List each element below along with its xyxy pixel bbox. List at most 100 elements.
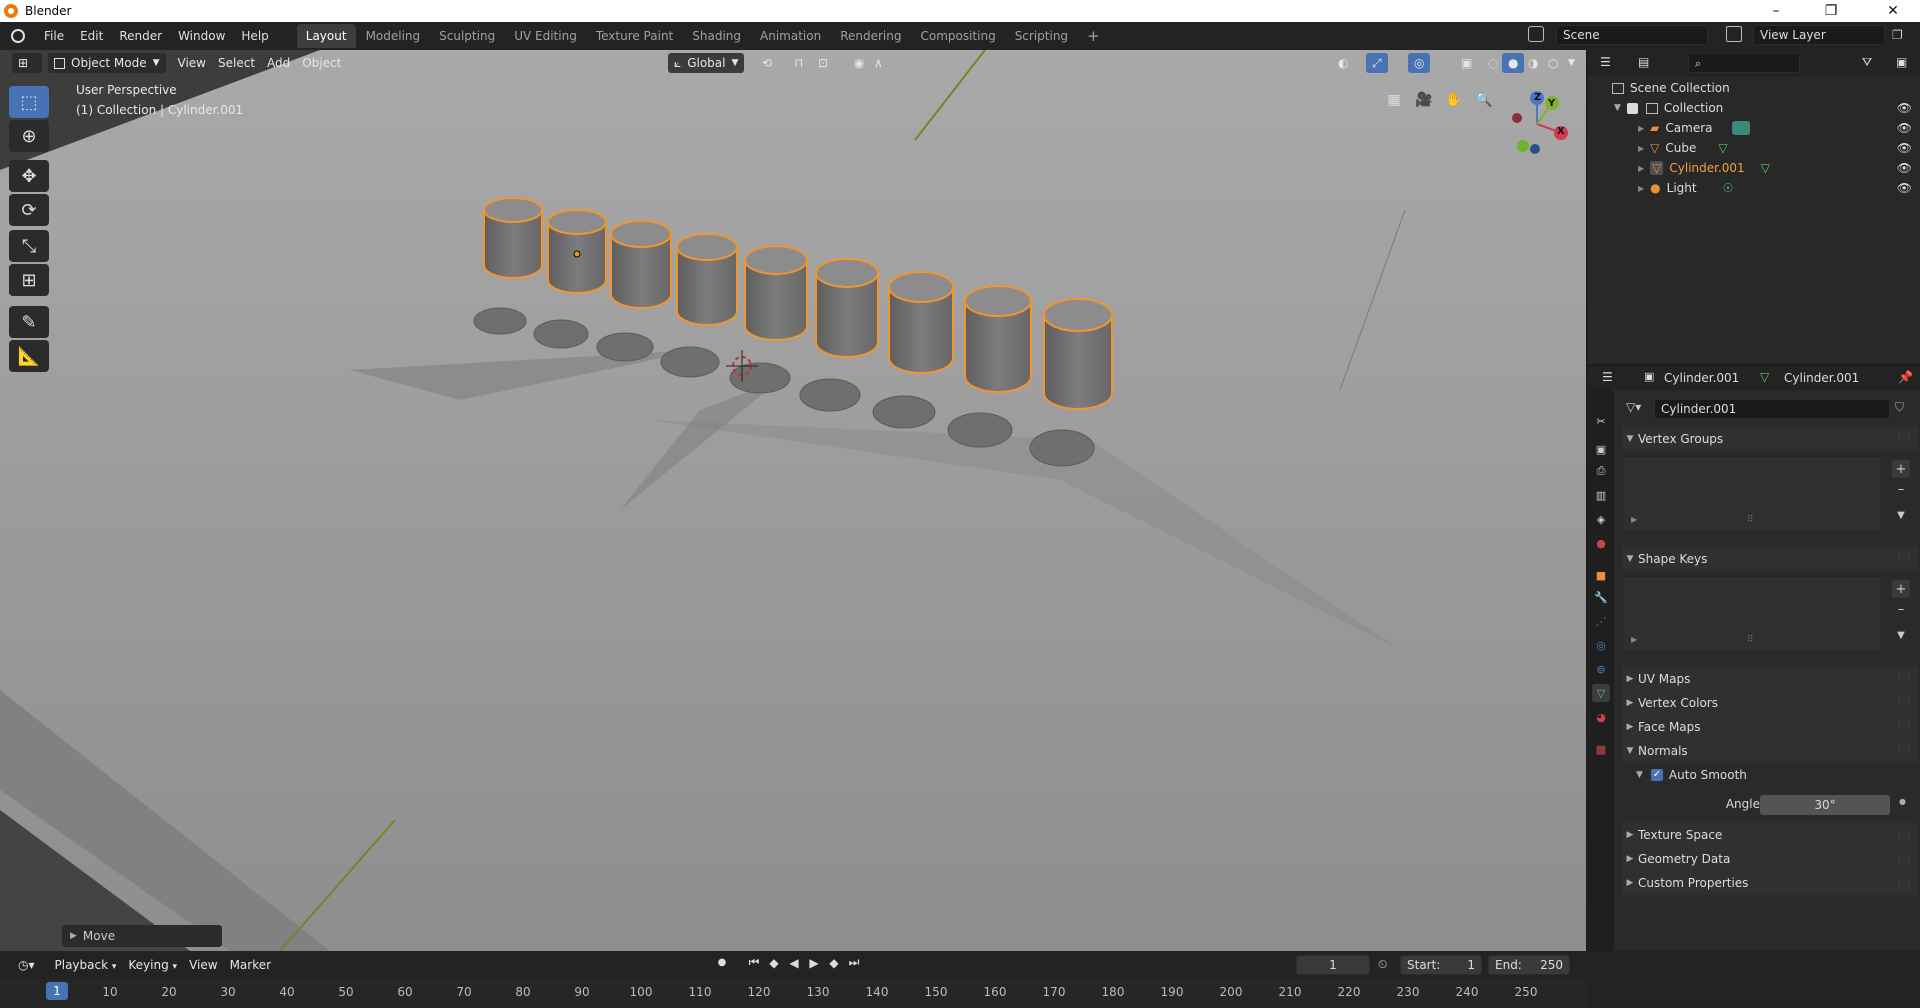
chevron-right-icon[interactable]: ▶	[1631, 515, 1637, 524]
add-vertex-group-button[interactable]: +	[1892, 460, 1910, 478]
shape-keys-list[interactable]: ▶ ⠿	[1622, 576, 1882, 652]
pivot-icon[interactable]: ⟲	[756, 53, 778, 73]
angle-field[interactable]: 30°	[1760, 795, 1890, 815]
chevron-down-icon[interactable]: ▼	[1636, 770, 1643, 780]
resize-handle-icon[interactable]: ⠿	[1747, 635, 1754, 645]
toggle-camera-view-icon[interactable]: ▦	[1380, 86, 1408, 114]
chevron-down-icon[interactable]: ▼	[1614, 103, 1621, 113]
cursor-tool[interactable]: ⊕	[9, 120, 49, 152]
panel-vertex-groups[interactable]: ▼ Vertex Groups ⋮⋮	[1622, 427, 1918, 451]
tab-shading[interactable]: Shading	[683, 24, 750, 48]
panel-face-maps[interactable]: ▶ Face Maps ⋮⋮	[1622, 715, 1918, 739]
transform-orientation-dropdown[interactable]: ⟀ Global ▼	[668, 53, 745, 73]
remove-shape-key-button[interactable]: –	[1892, 600, 1910, 618]
next-keyframe-icon[interactable]: ◆	[824, 956, 844, 970]
vertex-groups-list[interactable]: ▶ ⠿	[1622, 456, 1882, 532]
timeline-ruler[interactable]: 1 10 20 30 40 50 60 70 80 90 100 110 120…	[0, 979, 1586, 1008]
pin-icon[interactable]: 📌	[1898, 370, 1913, 384]
material-tab-icon[interactable]: ◕	[1592, 708, 1610, 726]
annotate-tool[interactable]: ✎	[9, 306, 49, 338]
restore-button[interactable]: ❐	[1808, 0, 1854, 22]
tab-modeling[interactable]: Modeling	[357, 24, 430, 48]
physics-tab-icon[interactable]: ◎	[1592, 636, 1610, 654]
select-box-tool[interactable]: ⬚	[9, 86, 49, 118]
output-tab-icon[interactable]: ⎙	[1592, 462, 1610, 480]
tab-scripting[interactable]: Scripting	[1006, 24, 1077, 48]
panel-normals[interactable]: ▼ Normals ⋮⋮	[1622, 739, 1918, 763]
drag-handle-icon[interactable]: ⋮⋮	[1894, 854, 1914, 865]
last-operator-panel[interactable]: ▶ Move	[62, 925, 222, 947]
drag-handle-icon[interactable]: ⋮⋮	[1894, 698, 1914, 709]
scene-tab-icon[interactable]: ◈	[1592, 510, 1610, 528]
eye-icon[interactable]: 👁	[1897, 181, 1912, 195]
editor-type-icon[interactable]: ◷▾	[12, 955, 41, 975]
outliner-item-camera[interactable]: ▶ ▰ Camera 👁	[1588, 118, 1920, 138]
chevron-right-icon[interactable]: ▶	[1638, 144, 1644, 153]
start-frame-field[interactable]: Start: 1	[1400, 955, 1482, 975]
preview-range-icon[interactable]: ⏲	[1378, 957, 1387, 972]
outliner-scene-collection[interactable]: Scene Collection	[1588, 78, 1920, 98]
close-button[interactable]: ✕	[1870, 0, 1916, 22]
transform-tool[interactable]: ⊞	[9, 264, 49, 296]
record-icon[interactable]: ●	[712, 957, 732, 968]
menu-keying[interactable]: Keying ▾	[122, 955, 183, 975]
chevron-right-icon[interactable]: ▶	[1638, 184, 1644, 193]
xray-icon[interactable]: ▣	[1455, 53, 1478, 73]
panel-custom-properties[interactable]: ▶ Custom Properties ⋮⋮	[1622, 871, 1918, 895]
datablock-name-field[interactable]: Cylinder.001	[1654, 399, 1890, 419]
vertex-group-specials-icon[interactable]: ▼	[1892, 506, 1910, 524]
tab-layout[interactable]: Layout	[296, 24, 356, 48]
menu-playback[interactable]: Playback ▾	[49, 955, 123, 975]
snap-icon[interactable]: ⊓	[788, 53, 809, 73]
chevron-right-icon[interactable]: ▶	[1638, 164, 1644, 173]
filter-icon[interactable]: ⛛	[1862, 55, 1872, 70]
menu-edit[interactable]: Edit	[72, 25, 111, 47]
editor-type-icon[interactable]: ☰	[1602, 370, 1613, 384]
outliner-collection[interactable]: ▼ Collection 👁	[1588, 98, 1920, 118]
new-collection-icon[interactable]: ▣	[1896, 55, 1907, 69]
drag-handle-icon[interactable]: ⋮⋮	[1894, 722, 1914, 733]
new-view-layer-icon[interactable]: ❐	[1892, 28, 1903, 42]
render-tab-icon[interactable]: ▣	[1592, 440, 1610, 458]
jump-end-icon[interactable]: ⏭	[844, 955, 864, 970]
minimize-button[interactable]: –	[1753, 0, 1799, 22]
menu-timeline-view[interactable]: View	[183, 955, 223, 975]
panel-vertex-colors[interactable]: ▶ Vertex Colors ⋮⋮	[1622, 691, 1918, 715]
checkbox-icon[interactable]	[1626, 102, 1638, 114]
display-mode-icon[interactable]: ▤	[1638, 55, 1649, 69]
tab-uv-editing[interactable]: UV Editing	[505, 24, 586, 48]
texture-tab-icon[interactable]: ▩	[1592, 740, 1610, 758]
outliner-item-cylinder[interactable]: ▶ ▽ Cylinder.001 ▽ 👁	[1588, 158, 1920, 178]
view-layer-field[interactable]: View Layer	[1753, 25, 1885, 45]
eye-icon[interactable]: 👁	[1897, 161, 1912, 175]
tab-sculpting[interactable]: Sculpting	[430, 24, 504, 48]
menu-view[interactable]: View	[172, 53, 212, 73]
scene-icon[interactable]	[1528, 26, 1544, 42]
fake-user-icon[interactable]: ⛉	[1895, 400, 1904, 415]
current-frame-field[interactable]: 1	[1296, 955, 1370, 975]
shading-options-icon[interactable]: ▼	[1562, 53, 1581, 73]
outliner-item-cube[interactable]: ▶ ▽ Cube ▽ 👁	[1588, 138, 1920, 158]
play-reverse-icon[interactable]: ◀	[784, 956, 804, 970]
panel-shape-keys[interactable]: ▼ Shape Keys ⋮⋮	[1622, 547, 1918, 571]
menu-add[interactable]: Add	[261, 53, 296, 73]
scale-tool[interactable]: ⤡	[9, 230, 49, 262]
snap-target-icon[interactable]: ⊡	[812, 53, 834, 73]
tab-rendering[interactable]: Rendering	[831, 24, 910, 48]
camera-view-icon[interactable]: 🎥	[1410, 86, 1438, 114]
drag-handle-icon[interactable]: ⋮⋮	[1894, 878, 1914, 889]
gizmo-toggle-icon[interactable]: ⤢	[1366, 53, 1388, 73]
resize-handle-icon[interactable]: ⠿	[1747, 515, 1754, 525]
view-layer-tab-icon[interactable]: ▥	[1592, 486, 1610, 504]
tab-compositing[interactable]: Compositing	[911, 24, 1004, 48]
menu-select[interactable]: Select	[212, 53, 261, 73]
outliner-item-light[interactable]: ▶ ● Light ☉ 👁	[1588, 178, 1920, 198]
keyframe-dot-icon[interactable]: ●	[1899, 797, 1906, 806]
drag-handle-icon[interactable]: ⋮⋮	[1894, 746, 1914, 757]
add-shape-key-button[interactable]: +	[1892, 580, 1910, 598]
drag-handle-icon[interactable]: ⋮⋮	[1894, 830, 1914, 841]
menu-file[interactable]: File	[36, 25, 72, 47]
panel-texture-space[interactable]: ▶ Texture Space ⋮⋮	[1622, 823, 1918, 847]
menu-help[interactable]: Help	[233, 25, 276, 47]
menu-object[interactable]: Object	[296, 53, 347, 73]
